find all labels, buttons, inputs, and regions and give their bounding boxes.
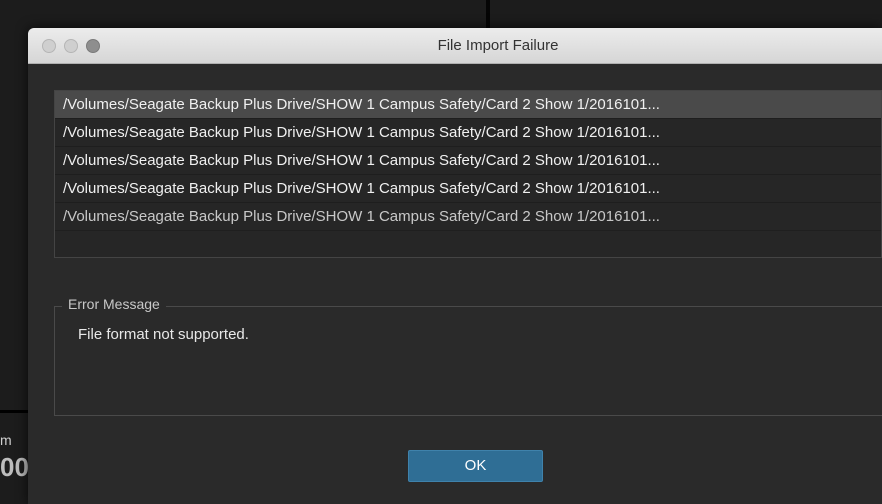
background-divider-vertical xyxy=(486,0,490,30)
dialog-title: File Import Failure xyxy=(437,37,559,54)
file-row[interactable]: /Volumes/Seagate Backup Plus Drive/SHOW … xyxy=(55,175,881,203)
error-message-label: Error Message xyxy=(62,296,166,312)
background-divider-horizontal xyxy=(0,410,30,413)
error-message-group xyxy=(54,306,882,416)
background-timecode-fragment: 00 xyxy=(0,452,29,482)
ok-button[interactable]: OK xyxy=(408,450,543,482)
file-import-failure-dialog: File Import Failure /Volumes/Seagate Bac… xyxy=(28,28,882,504)
background-text-fragment: m xyxy=(0,432,12,448)
failed-file-list[interactable]: /Volumes/Seagate Backup Plus Drive/SHOW … xyxy=(54,90,882,258)
error-message-text: File format not supported. xyxy=(78,326,249,343)
file-row[interactable]: /Volumes/Seagate Backup Plus Drive/SHOW … xyxy=(55,91,881,119)
titlebar: File Import Failure xyxy=(28,28,882,64)
file-row[interactable]: /Volumes/Seagate Backup Plus Drive/SHOW … xyxy=(55,119,881,147)
file-row[interactable]: /Volumes/Seagate Backup Plus Drive/SHOW … xyxy=(55,203,881,231)
file-row[interactable]: /Volumes/Seagate Backup Plus Drive/SHOW … xyxy=(55,147,881,175)
